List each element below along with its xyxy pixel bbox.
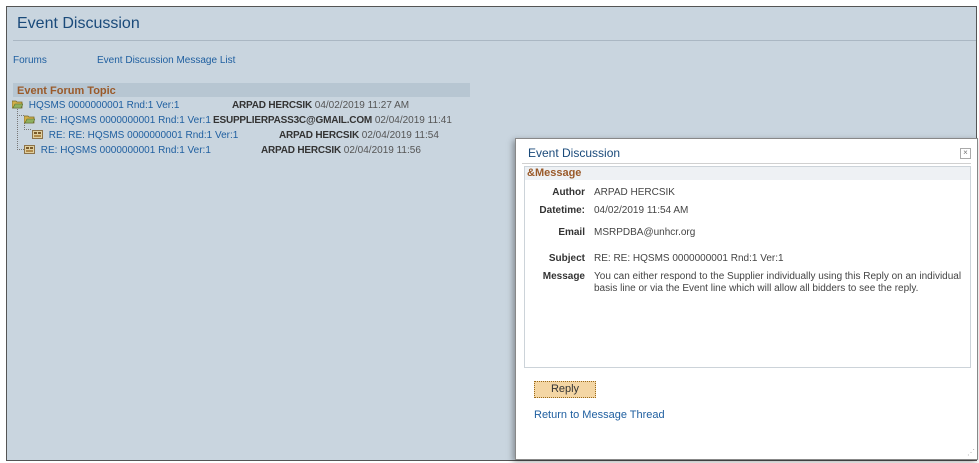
thread-datetime: 02/04/2019 11:56 [343,145,421,156]
author-label: Author [552,187,585,198]
thread-subject: HQSMS 0000000001 Rnd:1 Ver:1 [28,100,180,111]
author-value: ARPAD HERCSIK [594,187,675,198]
email-label: Email [558,227,585,238]
return-to-thread-link[interactable]: Return to Message Thread [534,409,665,421]
reply-button[interactable]: Reply [534,381,596,398]
folder-open-icon [12,100,23,109]
datetime-label: Datetime: [539,205,585,216]
thread-row[interactable]: RE: RE: HQSMS 0000000001 Rnd:1 Ver:1 [32,129,238,142]
thread-author: ARPAD HERCSIK [279,130,359,141]
message-group: &Message Author ARPAD HERCSIK Datetime: … [524,166,971,368]
thread-row[interactable]: RE: HQSMS 0000000001 Rnd:1 Ver:1 [24,144,211,157]
thread-datetime: 02/04/2019 11:54 [361,130,439,141]
folder-open-icon [24,115,35,124]
modal-divider [522,163,971,164]
event-discussion-modal: Event Discussion × &Message Author ARPAD… [515,138,978,460]
modal-title: Event Discussion [528,146,621,160]
thread-datetime: 02/04/2019 11:41 [374,115,452,126]
title-divider [13,40,976,41]
email-value: MSRPDBA@unhcr.org [594,227,696,238]
thread-datetime: 04/02/2019 11:27 AM [314,100,410,111]
subject-label: Subject [548,253,585,264]
thread-meta: ARPAD HERCSIK 02/04/2019 11:56 [261,144,421,157]
message-icon [32,130,43,139]
thread-subject: RE: HQSMS 0000000001 Rnd:1 Ver:1 [40,145,211,156]
thread-row[interactable]: HQSMS 0000000001 Rnd:1 Ver:1 [12,99,179,112]
message-icon [24,145,35,154]
message-label: Message [542,271,585,282]
thread-author: ARPAD HERCSIK [232,100,312,111]
thread-meta: ARPAD HERCSIK 04/02/2019 11:27 AM [232,99,409,112]
datetime-value: 04/02/2019 11:54 AM [594,205,689,216]
resize-grip-icon[interactable]: ⋰ [967,448,975,457]
thread-row[interactable]: RE: HQSMS 0000000001 Rnd:1 Ver:1 [24,114,211,127]
message-list-link[interactable]: Event Discussion Message List [97,55,235,66]
close-icon[interactable]: × [960,148,971,159]
thread-subject: RE: HQSMS 0000000001 Rnd:1 Ver:1 [40,115,211,126]
thread-author: ARPAD HERCSIK [261,145,341,156]
thread-subject: RE: RE: HQSMS 0000000001 Rnd:1 Ver:1 [48,130,239,141]
message-group-title: &Message [527,167,582,179]
message-value: You can either respond to the Supplier i… [594,271,962,294]
message-group-header: &Message [525,167,970,180]
page-title: Event Discussion [17,15,140,32]
forums-link[interactable]: Forums [13,55,47,66]
subject-value: RE: RE: HQSMS 0000000001 Rnd:1 Ver:1 [594,253,784,264]
tree-connector [17,111,24,150]
thread-author: ESUPPLIERPASS3C@GMAIL.COM [213,115,373,126]
thread-meta: ESUPPLIERPASS3C@GMAIL.COM 02/04/2019 11:… [213,114,452,127]
forum-section-title: Event Forum Topic [17,85,116,97]
thread-meta: ARPAD HERCSIK 02/04/2019 11:54 [279,129,439,142]
